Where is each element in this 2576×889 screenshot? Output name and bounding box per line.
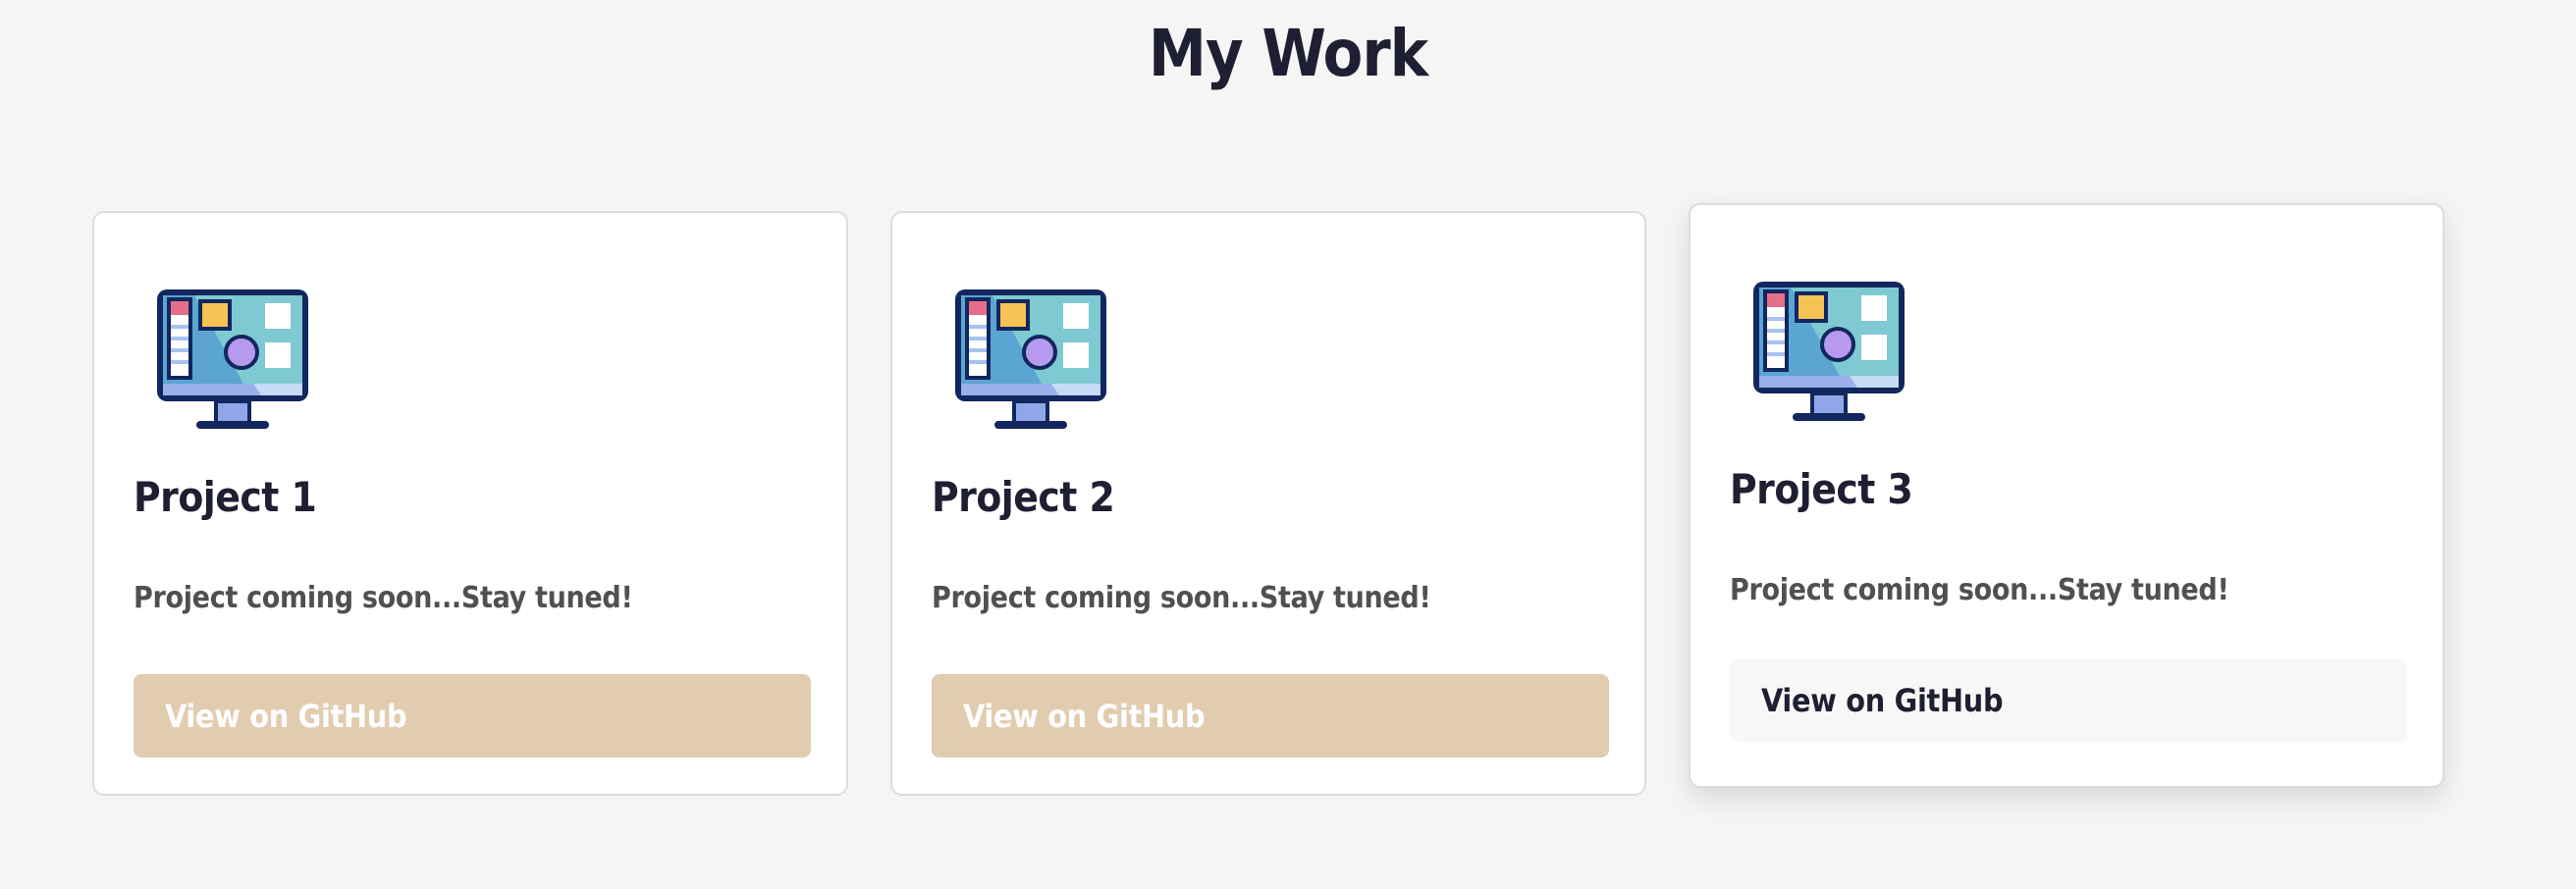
project-card: Project 2 Project coming soon...Stay tun… <box>890 211 1646 796</box>
project-description: Project coming soon...Stay tuned! <box>932 581 1431 615</box>
page-title: My Work <box>1148 16 1428 91</box>
project-description: Project coming soon...Stay tuned! <box>1730 573 2229 607</box>
view-on-github-button[interactable]: View on GitHub <box>134 674 811 758</box>
view-on-github-button[interactable]: View on GitHub <box>932 674 1609 758</box>
project-description: Project coming soon...Stay tuned! <box>134 581 633 615</box>
project-card: Project 3 Project coming soon...Stay tun… <box>1689 203 2444 788</box>
monitor-icon <box>157 289 308 429</box>
project-card: Project 1 Project coming soon...Stay tun… <box>92 211 848 796</box>
project-title: Project 1 <box>134 473 317 521</box>
view-on-github-button[interactable]: View on GitHub <box>1730 658 2407 742</box>
monitor-icon <box>955 289 1106 429</box>
project-title: Project 3 <box>1730 465 1913 513</box>
project-title: Project 2 <box>932 473 1115 521</box>
monitor-icon <box>1753 282 1905 421</box>
